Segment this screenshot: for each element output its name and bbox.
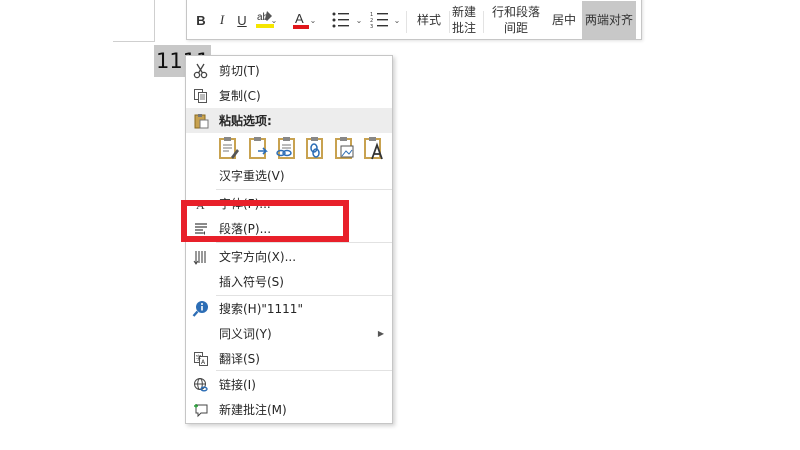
menu-item-label: 搜索(H)"1111" — [219, 302, 303, 316]
submenu-arrow-icon: ▶ — [377, 329, 384, 338]
font-color-glyph: A — [295, 11, 304, 26]
page-corner-mark-vertical — [154, 0, 155, 42]
paste-as-picture-icon[interactable] — [334, 135, 356, 161]
paste-picture-link-icon[interactable] — [275, 135, 297, 161]
menu-item-label: 新建批注(M) — [219, 403, 287, 417]
paste-merge-formatting-icon[interactable] — [248, 135, 270, 161]
scissors-icon — [192, 62, 210, 80]
menu-item-reconvert[interactable]: 汉字重选(V) — [186, 163, 392, 188]
menu-item-link[interactable]: 链接(I) — [186, 372, 392, 397]
styles-button[interactable]: 样式 — [409, 1, 449, 39]
text-direction-icon — [192, 248, 210, 266]
new-comment-toolbar-button[interactable]: 新建 批注 — [449, 1, 479, 39]
highlight-dropdown[interactable]: ⌄ — [270, 5, 278, 35]
center-button[interactable]: 居中 — [547, 1, 581, 39]
bold-button[interactable]: B — [193, 5, 209, 35]
paste-link-icon[interactable] — [305, 135, 327, 161]
numbering-dropdown[interactable]: ⌄ — [393, 5, 401, 35]
menu-item-copy[interactable]: 复制(C) — [186, 83, 392, 108]
spacing-label-line2: 间距 — [503, 21, 528, 35]
page-corner-mark-horizontal — [113, 41, 155, 42]
search-info-icon — [192, 300, 210, 318]
toolbar-divider — [406, 11, 407, 33]
font-color-dropdown[interactable]: ⌄ — [309, 5, 317, 35]
paste-options-header: 粘贴选项: — [186, 108, 392, 133]
menu-separator — [216, 242, 392, 243]
numbering-button[interactable]: 1 2 3 — [367, 5, 393, 35]
bullet-list-icon — [332, 12, 349, 28]
italic-button[interactable]: I — [214, 5, 230, 35]
svg-text:3: 3 — [370, 24, 373, 29]
line-paragraph-spacing-button[interactable]: 行和段落 间距 — [487, 1, 545, 39]
bullets-dropdown[interactable]: ⌄ — [355, 5, 363, 35]
justify-button[interactable]: 两端对齐 — [582, 1, 636, 39]
globe-link-icon — [192, 376, 210, 394]
menu-separator — [216, 189, 392, 190]
bullets-button[interactable] — [328, 5, 354, 35]
copy-icon — [192, 87, 210, 105]
new-comment-label-line1: 新建 — [451, 5, 476, 19]
menu-separator — [216, 370, 392, 371]
clipboard-icon — [192, 112, 210, 130]
menu-item-insert-symbol[interactable]: 插入符号(S) — [186, 269, 392, 294]
paste-options-row — [216, 135, 392, 163]
paste-keep-source-formatting-icon[interactable] — [218, 135, 240, 161]
new-comment-label-line2: 批注 — [451, 21, 476, 35]
menu-item-new-comment[interactable]: 新建批注(M) — [186, 397, 392, 422]
numbered-list-icon: 1 2 3 — [370, 12, 388, 29]
translate-icon: 字A — [192, 350, 210, 368]
menu-item-label: 文字方向(X)... — [219, 250, 297, 264]
menu-item-cut[interactable]: 剪切(T) — [186, 58, 392, 83]
underline-button[interactable]: U — [234, 5, 250, 35]
menu-item-label: 复制(C) — [219, 89, 261, 103]
menu-item-label: 插入符号(S) — [219, 275, 284, 289]
toolbar-divider — [483, 11, 484, 33]
menu-item-text-direction[interactable]: 文字方向(X)... — [186, 244, 392, 269]
menu-item-translate[interactable]: 字A 翻译(S) — [186, 346, 392, 371]
menu-item-search[interactable]: 搜索(H)"1111" — [186, 296, 392, 321]
menu-item-synonyms[interactable]: 同义词(Y) ▶ — [186, 321, 392, 346]
menu-item-label: 汉字重选(V) — [219, 169, 285, 183]
new-comment-icon — [192, 401, 210, 419]
paste-text-only-icon[interactable] — [363, 135, 385, 161]
paste-options-label: 粘贴选项: — [219, 114, 272, 128]
menu-item-label: 链接(I) — [219, 378, 256, 392]
menu-item-label: 剪切(T) — [219, 64, 260, 78]
spacing-label-line1: 行和段落 — [491, 5, 540, 19]
menu-item-label: 翻译(S) — [219, 352, 260, 366]
menu-item-label: 同义词(Y) — [219, 327, 272, 341]
mini-toolbar: B I U ab ⌄ A ⌄ ⌄ 1 2 3 ⌄ 样式 新建 批注 行和段落 间… — [186, 0, 642, 40]
annotation-highlight-box — [181, 200, 349, 242]
